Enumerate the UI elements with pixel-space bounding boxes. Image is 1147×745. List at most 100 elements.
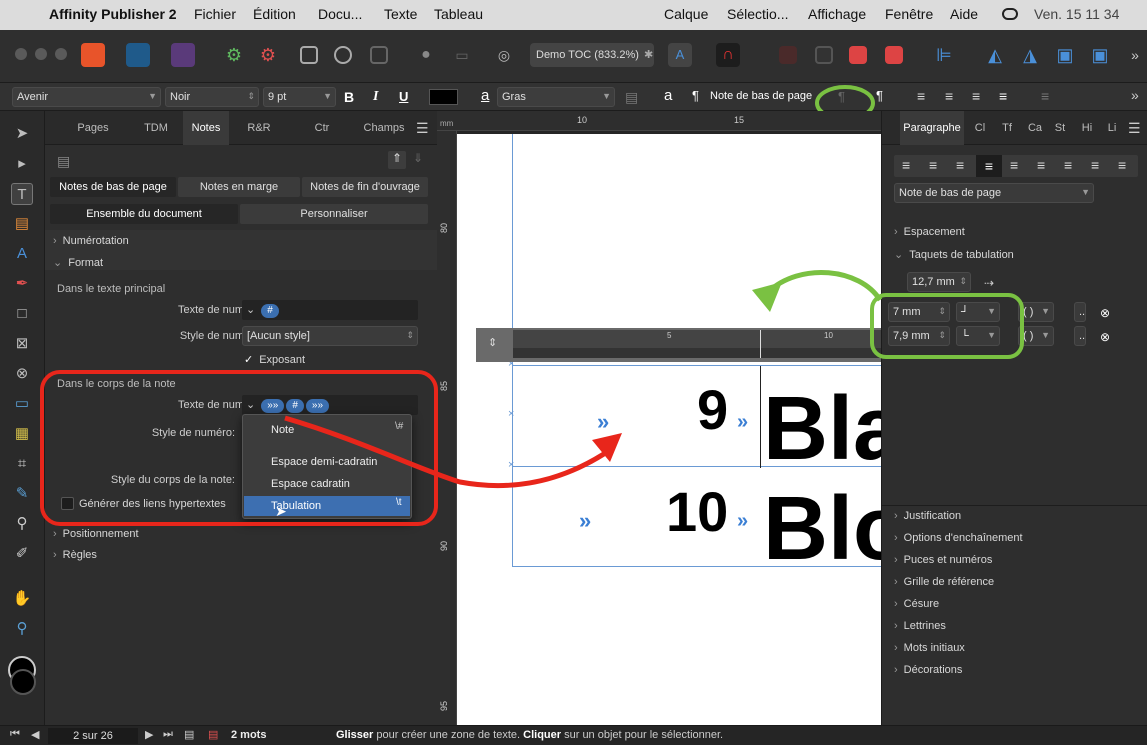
- main-number-text-field[interactable]: ⌄ #: [242, 300, 418, 320]
- page-number-field[interactable]: 2 sur 26: [48, 728, 138, 744]
- tab-stop-type-1[interactable]: ┘ ▼: [956, 302, 1000, 322]
- menu-item-em-space[interactable]: Espace cadratin: [271, 478, 350, 490]
- section-numbering[interactable]: › Numérotation: [53, 235, 129, 247]
- move-down-button[interactable]: ⇓: [413, 151, 423, 165]
- menu-item-note[interactable]: Note: [271, 424, 294, 436]
- tab-footnotes[interactable]: Notes de bas de page: [50, 177, 176, 197]
- rotate-right-icon[interactable]: ▣: [1088, 43, 1112, 67]
- tab-token[interactable]: »»: [261, 399, 285, 413]
- tab-stop-align-2[interactable]: ( ) ▼: [1018, 326, 1054, 346]
- transparency-tool-icon[interactable]: ⚲: [11, 513, 33, 535]
- horizontal-ruler[interactable]: mm 10 15: [437, 111, 881, 131]
- menu-item-en-space[interactable]: Espace demi-cadratin: [271, 456, 377, 468]
- toolbar-overflow-icon[interactable]: »: [1127, 43, 1143, 67]
- hyperlinks-checkbox[interactable]: [61, 497, 74, 510]
- note-number-text-field[interactable]: ⌄ »» #»»: [242, 395, 418, 415]
- menu-affichage[interactable]: Affichage: [808, 6, 866, 22]
- flip-vertical-icon[interactable]: ◮: [1018, 43, 1042, 67]
- page-view-icon[interactable]: [300, 46, 318, 64]
- menu-tableau[interactable]: Tableau: [434, 6, 483, 22]
- font-family-select[interactable]: Avenir ▼: [12, 87, 161, 107]
- settings-gear-icon[interactable]: ⚙: [222, 43, 246, 67]
- table-tool-icon[interactable]: ▤: [11, 213, 33, 235]
- delete-tab-stop-icon[interactable]: ⊗: [1100, 306, 1110, 320]
- tab-stop-leader-2[interactable]: ...: [1074, 326, 1086, 346]
- italic-button[interactable]: I: [373, 89, 378, 105]
- number-token[interactable]: #: [261, 304, 279, 318]
- menu-edition[interactable]: Édition: [253, 6, 296, 22]
- menu-document[interactable]: Docu...: [318, 6, 362, 22]
- picture-frame-tool-icon[interactable]: ⊠: [11, 333, 33, 355]
- node-tool-icon[interactable]: ▸: [11, 153, 33, 175]
- text-color-swatch[interactable]: [429, 89, 458, 105]
- menu-item-tab-highlight[interactable]: Tabulation \t: [244, 496, 410, 516]
- superscript-checkbox[interactable]: ✓ Exposant: [244, 353, 305, 366]
- designer-persona-icon[interactable]: [126, 43, 150, 67]
- document-icon[interactable]: ▤: [184, 728, 194, 741]
- close-window-button[interactable]: [15, 48, 27, 60]
- section-decorations[interactable]: › Décorations: [894, 664, 962, 676]
- scope-custom[interactable]: Personnaliser: [240, 204, 428, 224]
- tab-tf[interactable]: Tf: [997, 111, 1017, 145]
- section-baseline-grid[interactable]: › Grille de référence: [894, 576, 994, 588]
- character-style-icon-2[interactable]: a: [664, 87, 672, 104]
- first-page-icon[interactable]: ⏮: [10, 728, 20, 741]
- tab-ca[interactable]: Ca: [1025, 111, 1045, 145]
- bold-button[interactable]: B: [344, 89, 354, 105]
- minimize-window-button[interactable]: [35, 48, 47, 60]
- tab-stop-position-2[interactable]: 7,9 mm ⇕: [888, 326, 950, 346]
- font-color-select[interactable]: Noir ⇕: [165, 87, 259, 107]
- justify-all-icon[interactable]: ≡: [1041, 88, 1049, 104]
- panel-menu-icon[interactable]: ☰: [416, 120, 429, 137]
- tab-stop-leader-1[interactable]: ...: [1074, 302, 1086, 322]
- preflight-icon[interactable]: ⚙: [256, 43, 280, 67]
- zoom-window-button[interactable]: [55, 48, 67, 60]
- tab-token[interactable]: »»: [305, 399, 330, 413]
- number-token[interactable]: #: [286, 399, 304, 413]
- app-menu[interactable]: Affinity Publisher 2: [49, 6, 177, 22]
- tab-hi[interactable]: Hi: [1077, 111, 1097, 145]
- main-number-style-select[interactable]: [Aucun style] ⇕: [242, 326, 418, 346]
- move-up-button[interactable]: ⇑: [388, 151, 406, 169]
- justify-left-icon[interactable]: ≡: [976, 155, 1002, 177]
- context-overflow-icon[interactable]: »: [1131, 87, 1139, 103]
- tab-cl[interactable]: Cl: [970, 111, 990, 145]
- add-tab-stop-icon[interactable]: ⇢: [984, 276, 994, 290]
- text-frame-icon[interactable]: A: [668, 43, 692, 67]
- character-panel-icon[interactable]: ▤: [625, 89, 638, 106]
- preview-eye-icon[interactable]: ◎: [492, 43, 516, 67]
- next-page-icon[interactable]: ▶: [145, 728, 153, 741]
- tab-endnotes[interactable]: Notes de fin d'ouvrage: [302, 177, 428, 197]
- section-format[interactable]: ⌄ Format: [53, 256, 103, 269]
- frame-handle[interactable]: ×: [508, 459, 514, 471]
- vertical-ruler[interactable]: 80 85 90 95: [437, 131, 457, 725]
- section-rules[interactable]: › Règles: [53, 549, 97, 561]
- menu-aide[interactable]: Aide: [950, 6, 978, 22]
- fill-tool-icon[interactable]: ✎: [11, 483, 33, 505]
- section-drop-caps[interactable]: › Lettrines: [894, 620, 946, 632]
- place-image-tool-icon[interactable]: ▭: [11, 393, 33, 415]
- section-spacing[interactable]: › Espacement: [894, 226, 965, 238]
- zoom-tool-icon[interactable]: ⚲: [11, 618, 33, 640]
- menu-selection[interactable]: Sélectio...: [727, 6, 788, 22]
- ruler-handle-icon[interactable]: ⇕: [488, 336, 497, 349]
- pen-tool-icon[interactable]: ✒: [11, 273, 33, 295]
- character-style-icon[interactable]: a: [481, 87, 489, 104]
- arrange-front-icon[interactable]: [885, 46, 903, 64]
- tab-stop-position-1[interactable]: 7 mm ⇕: [888, 302, 950, 322]
- section-bullets[interactable]: › Puces et numéros: [894, 554, 992, 566]
- flip-horizontal-icon[interactable]: ◭: [983, 43, 1007, 67]
- ellipse-tool-icon[interactable]: ⊗: [11, 363, 33, 385]
- paragraph-style-select[interactable]: Note de bas de page: [706, 87, 816, 107]
- font-size-select[interactable]: 9 pt ▼: [263, 87, 336, 107]
- tab-rr[interactable]: R&R: [235, 111, 283, 145]
- publisher-persona-icon[interactable]: [81, 43, 105, 67]
- text-tool-icon[interactable]: T: [11, 183, 33, 205]
- underline-button[interactable]: U: [399, 89, 408, 104]
- justify-icon[interactable]: ≡: [999, 88, 1007, 104]
- tab-margin-notes[interactable]: Notes en marge: [178, 177, 300, 197]
- last-page-icon[interactable]: ⏭: [163, 728, 173, 741]
- tab-ctr[interactable]: Ctr: [299, 111, 345, 145]
- section-positioning[interactable]: › Positionnement: [53, 528, 139, 540]
- tab-tdm[interactable]: TDM: [131, 111, 181, 145]
